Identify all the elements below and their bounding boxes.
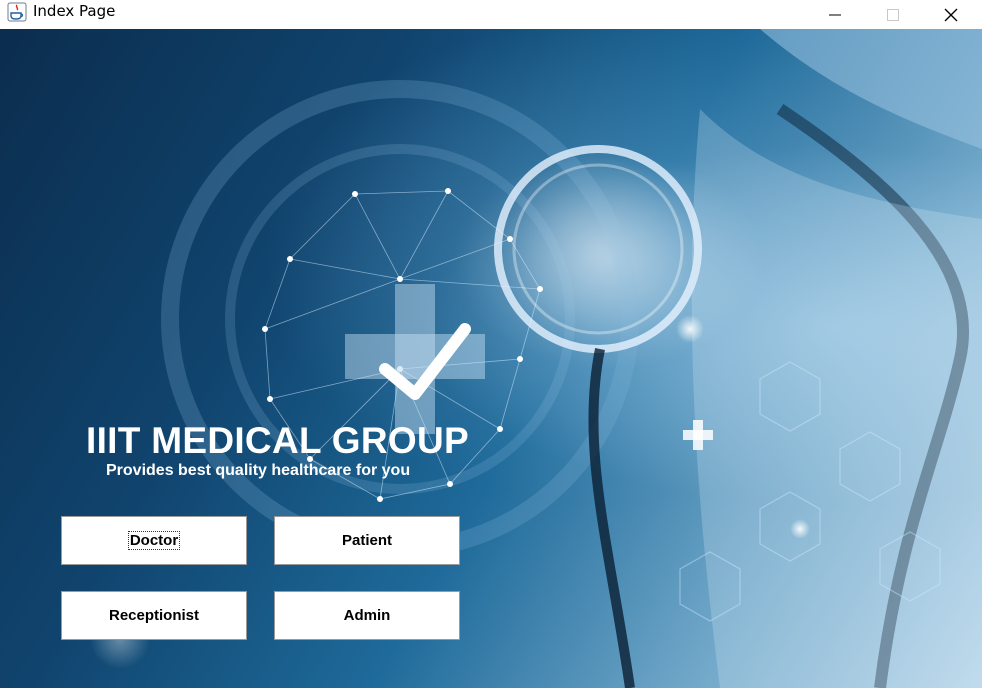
close-icon: [944, 8, 958, 21]
receptionist-button-label: Receptionist: [108, 607, 199, 624]
medical-background-image: [90, 29, 982, 688]
maximize-button[interactable]: [864, 0, 922, 29]
patient-button[interactable]: Patient: [274, 516, 460, 565]
java-app-icon: [7, 2, 27, 22]
admin-button-label: Admin: [343, 607, 391, 624]
admin-button[interactable]: Admin: [274, 591, 460, 640]
app-window: Index Page IIIT MEDICAL GROUP Provides b…: [0, 0, 982, 688]
window-title: Index Page: [33, 2, 116, 20]
page-subtitle: Provides best quality healthcare for you: [106, 462, 411, 479]
page-title: IIIT MEDICAL GROUP: [86, 420, 469, 461]
maximize-icon: [887, 8, 899, 21]
doctor-button[interactable]: Doctor: [61, 516, 247, 565]
minimize-icon: [829, 14, 841, 15]
patient-button-label: Patient: [341, 532, 392, 549]
title-bar: Index Page: [0, 0, 982, 29]
hero-panel: IIIT MEDICAL GROUP Provides best quality…: [0, 29, 982, 688]
minimize-button[interactable]: [806, 0, 864, 29]
doctor-button-label: Doctor: [127, 531, 181, 550]
close-button[interactable]: [922, 0, 980, 29]
receptionist-button[interactable]: Receptionist: [61, 591, 247, 640]
